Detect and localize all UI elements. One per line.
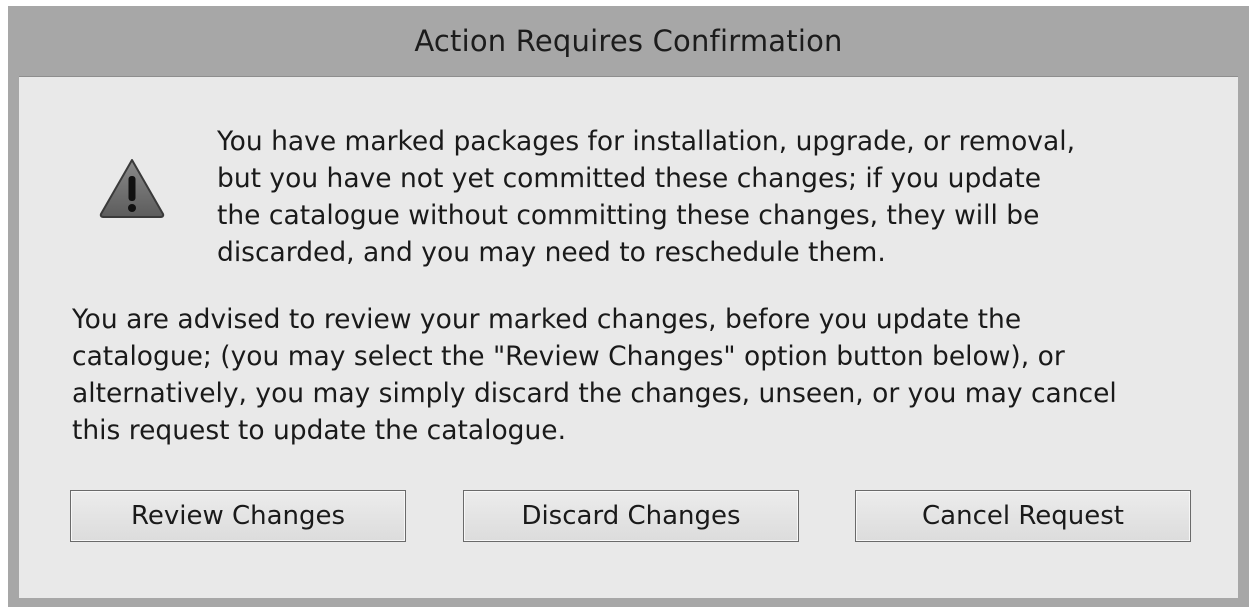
dialog-titlebar[interactable]: Action Requires Confirmation <box>8 6 1249 76</box>
warning-icon <box>99 159 165 218</box>
confirmation-dialog: Action Requires Confirmation You have ma… <box>8 6 1249 607</box>
dialog-message: You have marked packages for installatio… <box>217 126 1076 268</box>
review-changes-button[interactable]: Review Changes <box>70 490 406 542</box>
dialog-title: Action Requires Confirmation <box>414 24 843 58</box>
dialog-advice: You are advised to review your marked ch… <box>72 304 1117 446</box>
cancel-request-button[interactable]: Cancel Request <box>855 490 1191 542</box>
dialog-content: You have marked packages for installatio… <box>19 76 1238 598</box>
discard-changes-button[interactable]: Discard Changes <box>463 490 799 542</box>
